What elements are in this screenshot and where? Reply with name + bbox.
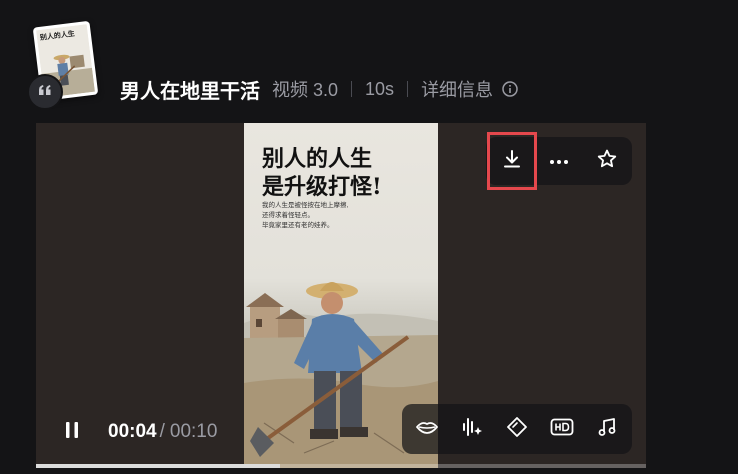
- poster-body-line: 毕竟家里还有老的娃养。: [262, 222, 334, 229]
- details-link[interactable]: 详细信息: [421, 76, 493, 102]
- hd-icon: [550, 418, 574, 441]
- top-controls: [486, 132, 632, 190]
- poster-body-line: 还得求着怪轻点。: [262, 212, 314, 219]
- total-time: 00:10: [169, 421, 218, 442]
- star-icon: [596, 148, 618, 175]
- lip-sync-button[interactable]: [407, 404, 447, 454]
- quote-badge: [27, 74, 63, 110]
- progress-bar[interactable]: [36, 464, 646, 468]
- pause-button[interactable]: [60, 420, 84, 444]
- video-duration: 10s: [365, 78, 395, 99]
- favorite-button[interactable]: [587, 137, 627, 185]
- edit-tools: [402, 404, 632, 454]
- divider: [351, 81, 353, 97]
- playback-controls: 00:04 / 00:10: [60, 420, 217, 444]
- music-note-icon: [597, 417, 617, 442]
- audio-button[interactable]: [452, 404, 492, 454]
- download-icon: [501, 148, 523, 175]
- hd-button[interactable]: [542, 404, 582, 454]
- divider: [407, 81, 409, 97]
- diamond-icon: [506, 416, 528, 443]
- poster-headline: 别人的人生 是升级打怪!: [262, 145, 382, 201]
- quote-icon: [38, 83, 52, 101]
- more-button[interactable]: [539, 137, 579, 185]
- video-player[interactable]: 别人的人生 是升级打怪! 我的人生是被怪按在地上摩擦, 还得求着怪轻点。 毕竟家…: [36, 123, 646, 468]
- more-icon: [549, 152, 569, 170]
- poster-headline-line: 别人的人生: [262, 146, 373, 172]
- audio-wave-icon: [460, 416, 484, 443]
- lips-icon: [415, 419, 439, 440]
- poster-headline-line: 是升级打怪!: [262, 174, 382, 200]
- poster-body: 我的人生是被怪按在地上摩擦, 还得求着怪轻点。 毕竟家里还有老的娃养。: [262, 201, 348, 231]
- poster-body-line: 我的人生是被怪按在地上摩擦,: [262, 202, 349, 209]
- info-icon[interactable]: [502, 81, 518, 97]
- progress-fill: [36, 464, 280, 468]
- model-version: 视频 3.0: [272, 80, 339, 100]
- current-time: 00:04: [108, 421, 157, 442]
- pause-icon: [64, 421, 80, 444]
- time-separator: /: [159, 421, 165, 442]
- music-button[interactable]: [587, 404, 627, 454]
- keyframe-button[interactable]: [497, 404, 537, 454]
- video-title: 男人在地里干活: [120, 80, 260, 103]
- header-row: 男人在地里干活 视频 3.0 10s 详细信息: [120, 74, 518, 104]
- download-button[interactable]: [487, 132, 537, 190]
